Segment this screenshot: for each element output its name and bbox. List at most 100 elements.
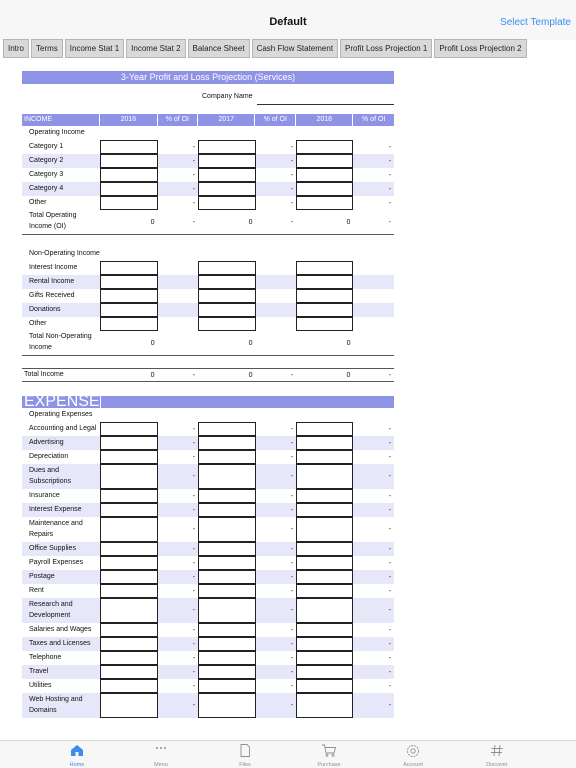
input-insurance-2017[interactable] (198, 489, 256, 503)
input-maintenance-and-repairs-2017[interactable] (198, 517, 256, 542)
tab-account[interactable]: Account (371, 741, 455, 768)
input-dues-and-subscriptions-2016[interactable] (100, 464, 158, 489)
input-research-and-development-2017[interactable] (198, 598, 256, 623)
input-dues-and-subscriptions-2017[interactable] (198, 464, 256, 489)
input-insurance-2016[interactable] (100, 489, 158, 503)
input-travel-2017[interactable] (198, 665, 256, 679)
input-category-2-2016[interactable] (100, 154, 158, 168)
input-office-supplies-2018[interactable] (296, 542, 354, 556)
input-category-1-2017[interactable] (198, 140, 256, 154)
input-gifts-received-2018[interactable] (296, 289, 354, 303)
input-donations-2018[interactable] (296, 303, 354, 317)
input-web-hosting-and-domains-2018[interactable] (296, 693, 354, 718)
input-category-1-2018[interactable] (296, 140, 354, 154)
tab-income-stat-1[interactable]: Income Stat 1 (64, 39, 125, 58)
input-depreciation-2017[interactable] (198, 450, 256, 464)
input-category-2-2017[interactable] (198, 154, 256, 168)
input-salaries-and-wages-2016[interactable] (100, 623, 158, 637)
tab-profit-loss-2[interactable]: Profit Loss Projection 2 (434, 39, 527, 58)
input-other-2017[interactable] (198, 317, 256, 331)
input-telephone-2016[interactable] (100, 651, 158, 665)
input-office-supplies-2016[interactable] (100, 542, 158, 556)
input-category-1-2016[interactable] (100, 140, 158, 154)
input-advertising-2018[interactable] (296, 436, 354, 450)
input-research-and-development-2016[interactable] (100, 598, 158, 623)
input-taxes-and-licenses-2016[interactable] (100, 637, 158, 651)
input-postage-2016[interactable] (100, 570, 158, 584)
select-template-button[interactable]: Select Template (500, 17, 571, 28)
input-depreciation-2018[interactable] (296, 450, 354, 464)
input-interest-expense-2017[interactable] (198, 503, 256, 517)
input-office-supplies-2017[interactable] (198, 542, 256, 556)
input-other-2017[interactable] (198, 196, 256, 210)
input-salaries-and-wages-2018[interactable] (296, 623, 354, 637)
input-utilities-2018[interactable] (296, 679, 354, 693)
input-category-2-2018[interactable] (296, 154, 354, 168)
input-accounting-and-legal-2018[interactable] (296, 422, 354, 436)
input-category-4-2018[interactable] (296, 182, 354, 196)
input-interest-income-2017[interactable] (198, 261, 256, 275)
input-accounting-and-legal-2016[interactable] (100, 422, 158, 436)
input-maintenance-and-repairs-2016[interactable] (100, 517, 158, 542)
input-category-3-2018[interactable] (296, 168, 354, 182)
input-rent-2018[interactable] (296, 584, 354, 598)
input-utilities-2016[interactable] (100, 679, 158, 693)
input-interest-income-2018[interactable] (296, 261, 354, 275)
input-category-3-2017[interactable] (198, 168, 256, 182)
input-postage-2018[interactable] (296, 570, 354, 584)
input-utilities-2017[interactable] (198, 679, 256, 693)
tab-purchase[interactable]: Purchase (287, 741, 371, 768)
input-other-2016[interactable] (100, 317, 158, 331)
input-accounting-and-legal-2017[interactable] (198, 422, 256, 436)
input-other-2018[interactable] (296, 196, 354, 210)
input-payroll-expenses-2018[interactable] (296, 556, 354, 570)
input-payroll-expenses-2016[interactable] (100, 556, 158, 570)
input-depreciation-2016[interactable] (100, 450, 158, 464)
tab-terms[interactable]: Terms (31, 39, 63, 58)
input-interest-expense-2018[interactable] (296, 503, 354, 517)
input-taxes-and-licenses-2018[interactable] (296, 637, 354, 651)
input-travel-2018[interactable] (296, 665, 354, 679)
input-web-hosting-and-domains-2017[interactable] (198, 693, 256, 718)
input-interest-income-2016[interactable] (100, 261, 158, 275)
input-insurance-2018[interactable] (296, 489, 354, 503)
input-rental-income-2016[interactable] (100, 275, 158, 289)
input-donations-2017[interactable] (198, 303, 256, 317)
company-name-field[interactable] (257, 104, 394, 105)
input-telephone-2018[interactable] (296, 651, 354, 665)
tab-discover[interactable]: Discover (455, 741, 539, 768)
input-rental-income-2017[interactable] (198, 275, 256, 289)
input-dues-and-subscriptions-2018[interactable] (296, 464, 354, 489)
input-rent-2017[interactable] (198, 584, 256, 598)
input-gifts-received-2016[interactable] (100, 289, 158, 303)
input-category-4-2017[interactable] (198, 182, 256, 196)
input-maintenance-and-repairs-2018[interactable] (296, 517, 354, 542)
input-taxes-and-licenses-2017[interactable] (198, 637, 256, 651)
input-gifts-received-2017[interactable] (198, 289, 256, 303)
input-rent-2016[interactable] (100, 584, 158, 598)
input-rental-income-2018[interactable] (296, 275, 354, 289)
tab-profit-loss-1[interactable]: Profit Loss Projection 1 (340, 39, 433, 58)
tab-cash-flow[interactable]: Cash Flow Statement (251, 39, 339, 58)
input-category-3-2016[interactable] (100, 168, 158, 182)
tab-menu[interactable]: Menu (119, 741, 203, 768)
tab-balance-sheet[interactable]: Balance Sheet (187, 39, 250, 58)
input-postage-2017[interactable] (198, 570, 256, 584)
tab-home[interactable]: Home (35, 741, 119, 768)
input-telephone-2017[interactable] (198, 651, 256, 665)
input-salaries-and-wages-2017[interactable] (198, 623, 256, 637)
tab-income-stat-2[interactable]: Income Stat 2 (126, 39, 186, 58)
input-web-hosting-and-domains-2016[interactable] (100, 693, 158, 718)
tab-files[interactable]: Files (203, 741, 287, 768)
input-interest-expense-2016[interactable] (100, 503, 158, 517)
input-travel-2016[interactable] (100, 665, 158, 679)
input-category-4-2016[interactable] (100, 182, 158, 196)
input-advertising-2017[interactable] (198, 436, 256, 450)
input-other-2016[interactable] (100, 196, 158, 210)
input-payroll-expenses-2017[interactable] (198, 556, 256, 570)
input-other-2018[interactable] (296, 317, 354, 331)
input-donations-2016[interactable] (100, 303, 158, 317)
input-advertising-2016[interactable] (100, 436, 158, 450)
tab-intro[interactable]: Intro (3, 39, 30, 58)
input-research-and-development-2018[interactable] (296, 598, 354, 623)
